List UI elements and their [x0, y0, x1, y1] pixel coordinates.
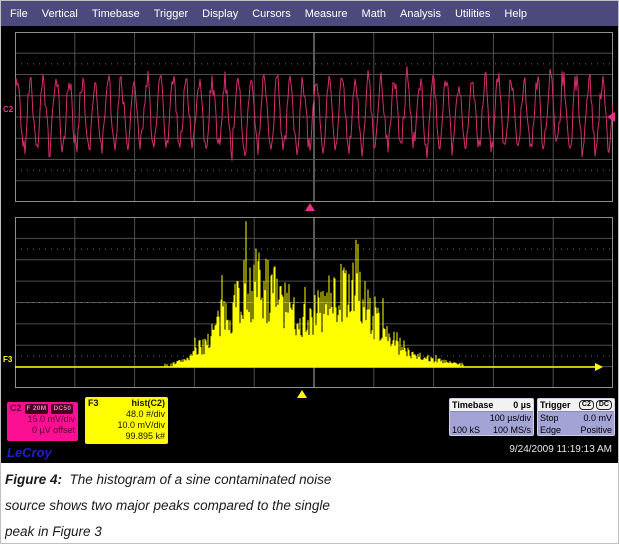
- menu-item-measure[interactable]: Measure: [305, 8, 348, 20]
- trigger-slope: Positive: [580, 424, 612, 436]
- timebase-rate: 100 MS/s: [493, 424, 531, 436]
- c2-box-label: C2: [10, 403, 22, 414]
- trace-f3-descriptor-box[interactable]: F3 hist(C2) 48.0 #/div 10.0 mV/div 99.89…: [83, 395, 170, 446]
- c2-coupling-badge: DC50: [51, 404, 73, 414]
- trigger-position-marker-icon[interactable]: [305, 203, 315, 211]
- c2-filter-badge: F 20M: [25, 404, 49, 414]
- f3-population: 99.895 k#: [88, 431, 165, 442]
- trigger-label: Trigger: [540, 399, 571, 411]
- menu-item-help[interactable]: Help: [504, 8, 527, 20]
- menu-item-vertical[interactable]: Vertical: [42, 8, 78, 20]
- c2-offset: 0 µV offset: [10, 425, 75, 436]
- c2-trace-label[interactable]: C2: [3, 106, 13, 114]
- caption-prefix: Figure 4:: [5, 472, 62, 487]
- timebase-samples: 100 kS: [452, 424, 480, 436]
- oscilloscope-app-window: File Vertical Timebase Trigger Display Cursor…: [0, 0, 619, 544]
- timebase-scale: 100 µs/div: [490, 412, 531, 424]
- menu-item-file[interactable]: File: [10, 8, 28, 20]
- trigger-level: 0.0 mV: [583, 412, 612, 424]
- histogram-grid: [15, 217, 613, 388]
- f3-box-label: F3: [88, 398, 99, 409]
- caption-line-1: The histogram of a sine contaminated noi…: [70, 472, 332, 487]
- c2-vertical-scale: 15.0 mV/div: [10, 414, 75, 425]
- menu-item-analysis[interactable]: Analysis: [400, 8, 441, 20]
- timebase-label: Timebase: [452, 399, 493, 411]
- trigger-mode: Stop: [540, 412, 559, 424]
- timebase-panel[interactable]: Timebase 0 µs 100 µs/div 100 kS 100 MS/s: [449, 398, 534, 436]
- f3-function: hist(C2): [132, 398, 166, 409]
- f3-count-scale: 48.0 #/div: [88, 409, 165, 420]
- timebase-delay: 0 µs: [513, 399, 531, 411]
- trigger-level-arrow-icon[interactable]: [607, 112, 615, 122]
- menu-item-timebase[interactable]: Timebase: [92, 8, 140, 20]
- trigger-badge-c2: C2: [579, 400, 594, 410]
- datetime-display: 9/24/2009 11:19:13 AM: [509, 444, 612, 455]
- menu-item-math[interactable]: Math: [362, 8, 386, 20]
- menu-item-display[interactable]: Display: [202, 8, 238, 20]
- f3-trace-label[interactable]: F3: [3, 356, 12, 364]
- histogram-mean-marker-icon[interactable]: [297, 390, 307, 398]
- trigger-badge-dc: DC: [596, 400, 612, 410]
- menu-bar: File Vertical Timebase Trigger Display Cursor…: [1, 1, 618, 26]
- lecroy-logo: LeCroy: [7, 445, 52, 460]
- trigger-type: Edge: [540, 424, 561, 436]
- figure-caption: Figure 4: The histogram of a sine contam…: [5, 467, 525, 544]
- waveform-grid: [15, 32, 613, 202]
- caption-line-3: peak in Figure 3: [5, 519, 525, 544]
- trigger-badges: C2DC: [579, 400, 612, 410]
- menu-item-utilities[interactable]: Utilities: [455, 8, 490, 20]
- scope-display: C2 F3 C2 F 20M DC50 15.0 mV/div 0 µV off…: [1, 26, 619, 463]
- menu-item-cursors[interactable]: Cursors: [252, 8, 291, 20]
- menu-item-trigger[interactable]: Trigger: [154, 8, 188, 20]
- channel-c2-descriptor-box[interactable]: C2 F 20M DC50 15.0 mV/div 0 µV offset: [5, 400, 80, 443]
- f3-bin-scale: 10.0 mV/div: [88, 420, 165, 431]
- trigger-panel[interactable]: Trigger C2DC Stop 0.0 mV Edge Positive: [537, 398, 615, 436]
- caption-line-2: source shows two major peaks compared to…: [5, 493, 525, 519]
